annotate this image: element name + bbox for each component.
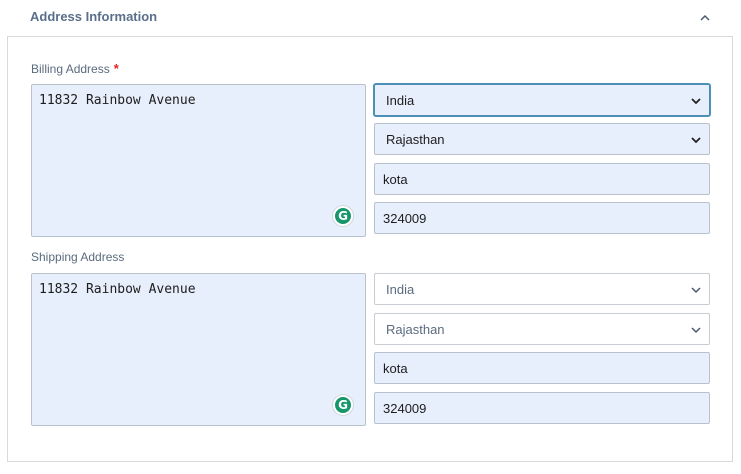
- billing-state-select[interactable]: Rajasthan: [374, 123, 710, 155]
- billing-city-value: kota: [383, 172, 408, 187]
- billing-country-select[interactable]: India: [374, 84, 710, 116]
- chevron-down-icon: [691, 287, 701, 294]
- shipping-country-select[interactable]: India: [374, 273, 710, 305]
- billing-label-text: Billing Address: [31, 62, 110, 76]
- grammarly-letter: G: [338, 398, 348, 412]
- billing-zip-input[interactable]: 324009: [374, 202, 710, 234]
- shipping-address-textarea[interactable]: 11832 Rainbow Avenue G: [31, 273, 366, 426]
- shipping-zip-value: 324009: [383, 401, 427, 416]
- billing-address-text: 11832 Rainbow Avenue: [39, 93, 196, 108]
- billing-country-value: India: [386, 93, 415, 108]
- shipping-address-label: Shipping Address: [31, 250, 125, 264]
- grammarly-icon[interactable]: G: [333, 395, 353, 415]
- section-header[interactable]: Address Information: [0, 0, 741, 36]
- chevron-down-icon: [691, 137, 701, 144]
- shipping-zip-input[interactable]: 324009: [374, 392, 710, 424]
- shipping-city-value: kota: [383, 361, 408, 376]
- shipping-state-select[interactable]: Rajasthan: [374, 313, 710, 345]
- chevron-down-icon: [691, 98, 701, 105]
- shipping-country-value: India: [386, 282, 415, 297]
- chevron-up-icon[interactable]: [697, 10, 713, 26]
- billing-state-value: Rajasthan: [386, 132, 445, 147]
- shipping-address-text: 11832 Rainbow Avenue: [39, 282, 196, 297]
- grammarly-icon[interactable]: G: [333, 206, 353, 226]
- section-title: Address Information: [30, 9, 158, 24]
- chevron-down-icon: [691, 327, 701, 334]
- billing-address-textarea[interactable]: 11832 Rainbow Avenue G: [31, 84, 366, 237]
- required-mark: *: [113, 61, 119, 76]
- billing-address-label: Billing Address *: [31, 61, 119, 76]
- billing-city-input[interactable]: kota: [374, 163, 710, 195]
- grammarly-letter: G: [338, 209, 348, 223]
- shipping-state-value: Rajasthan: [386, 322, 445, 337]
- shipping-city-input[interactable]: kota: [374, 352, 710, 384]
- billing-zip-value: 324009: [383, 211, 427, 226]
